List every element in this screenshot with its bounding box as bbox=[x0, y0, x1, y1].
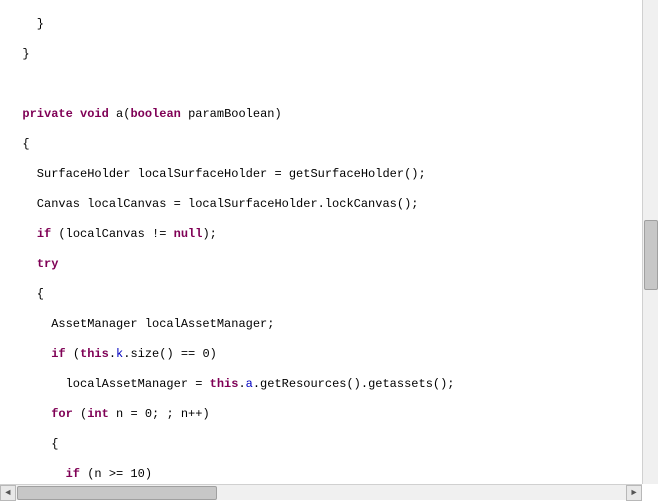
code-line: { bbox=[8, 137, 642, 152]
scroll-right-button[interactable]: ► bbox=[626, 485, 642, 501]
code-line: localAssetManager = this.a.getResources(… bbox=[8, 377, 642, 392]
scroll-left-button[interactable]: ◄ bbox=[0, 485, 16, 501]
code-line: Canvas localCanvas = localSurfaceHolder.… bbox=[8, 197, 642, 212]
code-line: if (this.k.size() == 0) bbox=[8, 347, 642, 362]
horizontal-scrollbar-thumb[interactable] bbox=[17, 486, 217, 500]
vertical-scrollbar[interactable] bbox=[642, 0, 658, 484]
code-line: for (int n = 0; ; n++) bbox=[8, 407, 642, 422]
code-line: } bbox=[8, 17, 642, 32]
code-line: { bbox=[8, 437, 642, 452]
code-line: private void a(boolean paramBoolean) bbox=[8, 107, 642, 122]
code-line: try bbox=[8, 257, 642, 272]
code-line: AssetManager localAssetManager; bbox=[8, 317, 642, 332]
code-editor[interactable]: } } private void a(boolean paramBoolean)… bbox=[0, 0, 642, 484]
code-line: if (localCanvas != null); bbox=[8, 227, 642, 242]
code-line: if (n >= 10) bbox=[8, 467, 642, 482]
vertical-scrollbar-thumb[interactable] bbox=[644, 220, 658, 290]
code-line: { bbox=[8, 287, 642, 302]
code-line: } bbox=[8, 47, 642, 62]
horizontal-scrollbar[interactable]: ◄ ► bbox=[0, 484, 642, 500]
code-line: SurfaceHolder localSurfaceHolder = getSu… bbox=[8, 167, 642, 182]
code-line bbox=[8, 77, 642, 92]
